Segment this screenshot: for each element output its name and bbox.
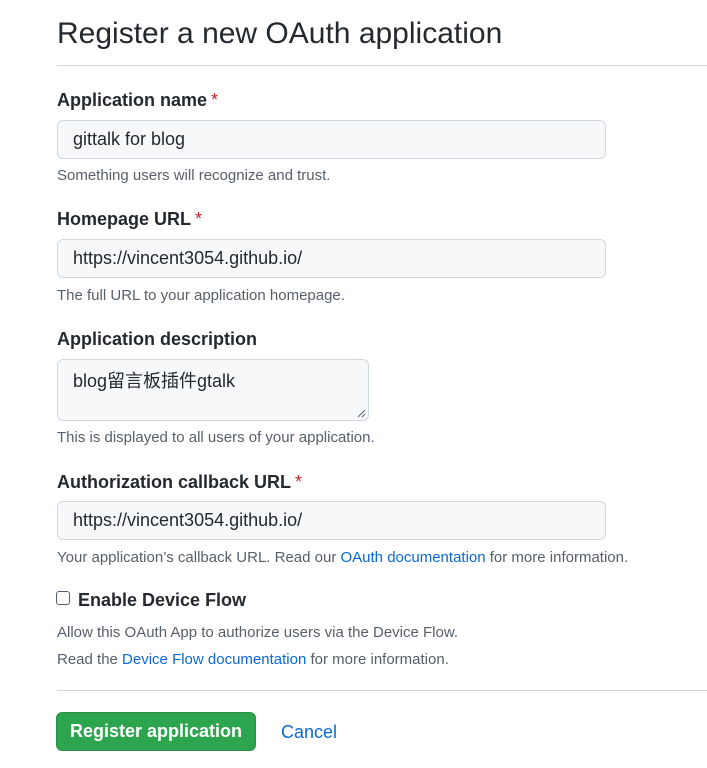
description-label: Application description [57, 327, 257, 351]
page-title: Register a new OAuth application [57, 17, 503, 50]
required-mark: * [211, 90, 219, 110]
device-flow-doc-text: Read the [57, 651, 123, 668]
required-mark: * [195, 209, 203, 229]
callback-hint-text: Your application’s callback URL. Read ou… [57, 549, 341, 566]
homepage-url-label: Homepage URL * [57, 207, 202, 231]
app-name-label: Application name * [57, 88, 218, 112]
actions-divider [57, 690, 707, 691]
callback-url-hint: Your application’s callback URL. Read ou… [57, 548, 628, 568]
device-flow-hint: Allow this OAuth App to authorize users … [57, 624, 459, 641]
device-flow-doc-text-end: for more information. [306, 651, 449, 668]
callback-url-input[interactable]: https://vincent3054.github.io/ [57, 501, 606, 540]
app-name-input[interactable]: gittalk for blog [57, 120, 606, 159]
homepage-url-input[interactable]: https://vincent3054.github.io/ [57, 239, 606, 278]
callback-hint-text-end: for more information. [485, 549, 629, 566]
required-mark: * [295, 472, 303, 492]
callback-url-label-text: Authorization callback URL [57, 472, 292, 492]
title-divider [57, 65, 707, 66]
description-textarea[interactable]: blog留言板插件gtalk [57, 359, 369, 421]
app-name-hint: Something users will recognize and trust… [57, 167, 331, 184]
device-flow-doc-hint: Read the Device Flow documentation for m… [57, 650, 449, 670]
homepage-url-label-text: Homepage URL [57, 209, 192, 229]
enable-device-flow-checkbox[interactable] [56, 591, 70, 605]
device-flow-documentation-link[interactable]: Device Flow documentation [122, 651, 306, 668]
description-label-text: Application description [57, 329, 258, 349]
description-text: blog留言板插件gtalk [73, 371, 236, 391]
enable-device-flow-label[interactable]: Enable Device Flow [78, 588, 246, 612]
oauth-documentation-link[interactable]: OAuth documentation [341, 549, 486, 566]
resize-grip-icon[interactable] [357, 409, 366, 418]
description-hint: This is displayed to all users of your a… [57, 429, 375, 446]
app-name-label-text: Application name [57, 90, 208, 110]
register-application-button[interactable]: Register application [56, 712, 256, 751]
homepage-url-hint: The full URL to your application homepag… [57, 287, 345, 304]
callback-url-label: Authorization callback URL * [57, 470, 302, 494]
cancel-link[interactable]: Cancel [281, 720, 337, 744]
